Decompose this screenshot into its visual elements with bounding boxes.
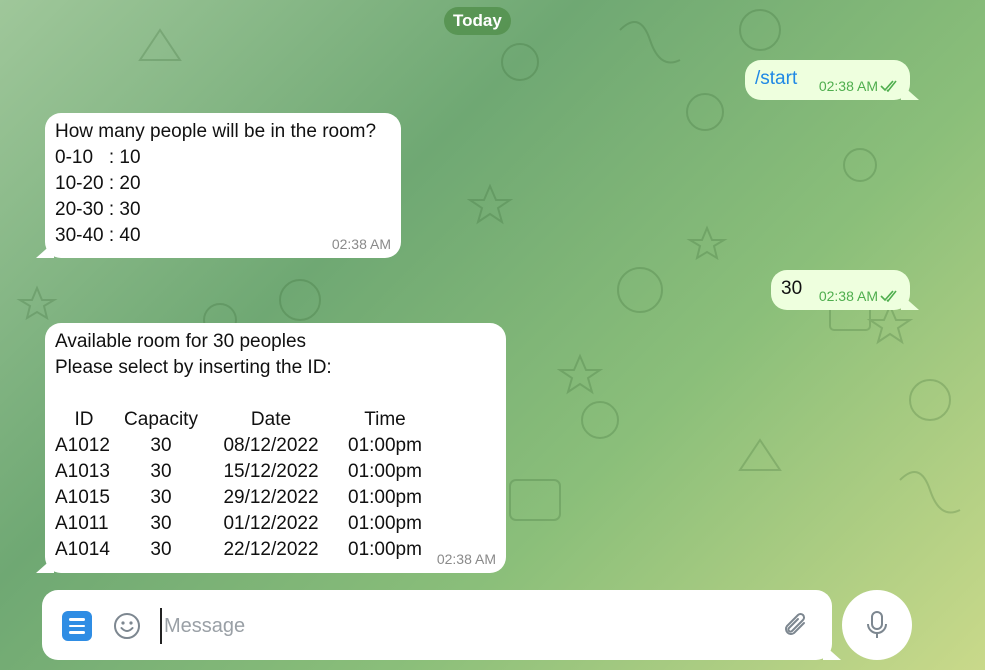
room-id: A1015: [55, 487, 110, 508]
column-header-time: Time: [364, 409, 406, 430]
message-text: 30: [781, 278, 803, 299]
message-line: Available room for 30 peoples: [55, 331, 307, 352]
message-input[interactable]: [160, 608, 766, 644]
room-capacity: 30: [150, 487, 172, 508]
message-line: 10-20 : 20: [55, 173, 141, 194]
message-time: 02:38 AM: [436, 551, 496, 567]
room-date: 01/12/2022: [223, 513, 319, 534]
message-meta: 02:38 AM: [332, 236, 391, 252]
table-row: A1012 30 08/12/2022 01:00pm: [55, 433, 437, 459]
room-capacity: 30: [150, 461, 172, 482]
room-time: 01:00pm: [348, 435, 422, 456]
message-time: 02:38 AM: [818, 288, 878, 304]
start-command-link[interactable]: /start: [755, 68, 797, 90]
column-header-date: Date: [250, 409, 292, 430]
room-capacity: 30: [150, 513, 172, 534]
room-id: A1014: [55, 539, 110, 560]
room-capacity: 30: [150, 435, 172, 456]
table-row: A1013 30 15/12/2022 01:00pm: [55, 459, 437, 485]
message-line: 0-10 : 10: [55, 147, 141, 168]
column-header-id: ID: [74, 409, 94, 430]
double-check-icon: [880, 290, 897, 302]
emoji-icon[interactable]: [112, 611, 142, 641]
table-header-row: ID Capacity Date Time: [55, 407, 437, 433]
message-answer: 30 02:38 AM: [771, 270, 910, 310]
table-row: A1011 30 01/12/2022 01:00pm: [55, 511, 437, 537]
room-time: 01:00pm: [348, 461, 422, 482]
menu-icon: [69, 618, 85, 621]
message-time: 02:38 AM: [331, 236, 391, 252]
message-time: 02:38 AM: [818, 78, 878, 94]
voice-message-button[interactable]: [842, 590, 912, 660]
message-meta: 02:38 AM: [819, 78, 900, 94]
room-date: 29/12/2022: [223, 487, 319, 508]
table-row: A1014 30 22/12/2022 01:00pm: [55, 537, 437, 563]
date-separator: Today: [444, 7, 511, 35]
paperclip-icon[interactable]: [782, 610, 812, 642]
message-meta: 02:38 AM: [437, 551, 496, 567]
microphone-icon: [867, 611, 887, 638]
table-row: A1015 30 29/12/2022 01:00pm: [55, 485, 437, 511]
room-capacity: 30: [150, 539, 172, 560]
double-check-icon: [880, 80, 897, 92]
room-id: A1013: [55, 461, 110, 482]
column-header-capacity: Capacity: [124, 409, 198, 430]
room-date: 08/12/2022: [223, 435, 319, 456]
message-meta: 02:38 AM: [819, 288, 900, 304]
message-room-list: Available room for 30 peoples Please sel…: [45, 323, 506, 573]
room-date: 15/12/2022: [223, 461, 319, 482]
room-id: A1012: [55, 435, 110, 456]
menu-button[interactable]: [62, 611, 92, 641]
message-composer: [42, 590, 832, 660]
message-start-command: /start 02:38 AM: [745, 60, 910, 100]
room-date: 22/12/2022: [223, 539, 319, 560]
room-time: 01:00pm: [348, 539, 422, 560]
message-line: How many people will be in the room?: [55, 121, 377, 142]
message-line: Please select by inserting the ID:: [55, 357, 332, 378]
message-line: 20-30 : 30: [55, 199, 141, 220]
room-time: 01:00pm: [348, 487, 422, 508]
message-people-question: How many people will be in the room? 0-1…: [45, 113, 401, 258]
room-table: ID Capacity Date Time A1012 30 08/12/202…: [55, 407, 437, 563]
room-time: 01:00pm: [348, 513, 422, 534]
room-id: A1011: [55, 513, 109, 534]
